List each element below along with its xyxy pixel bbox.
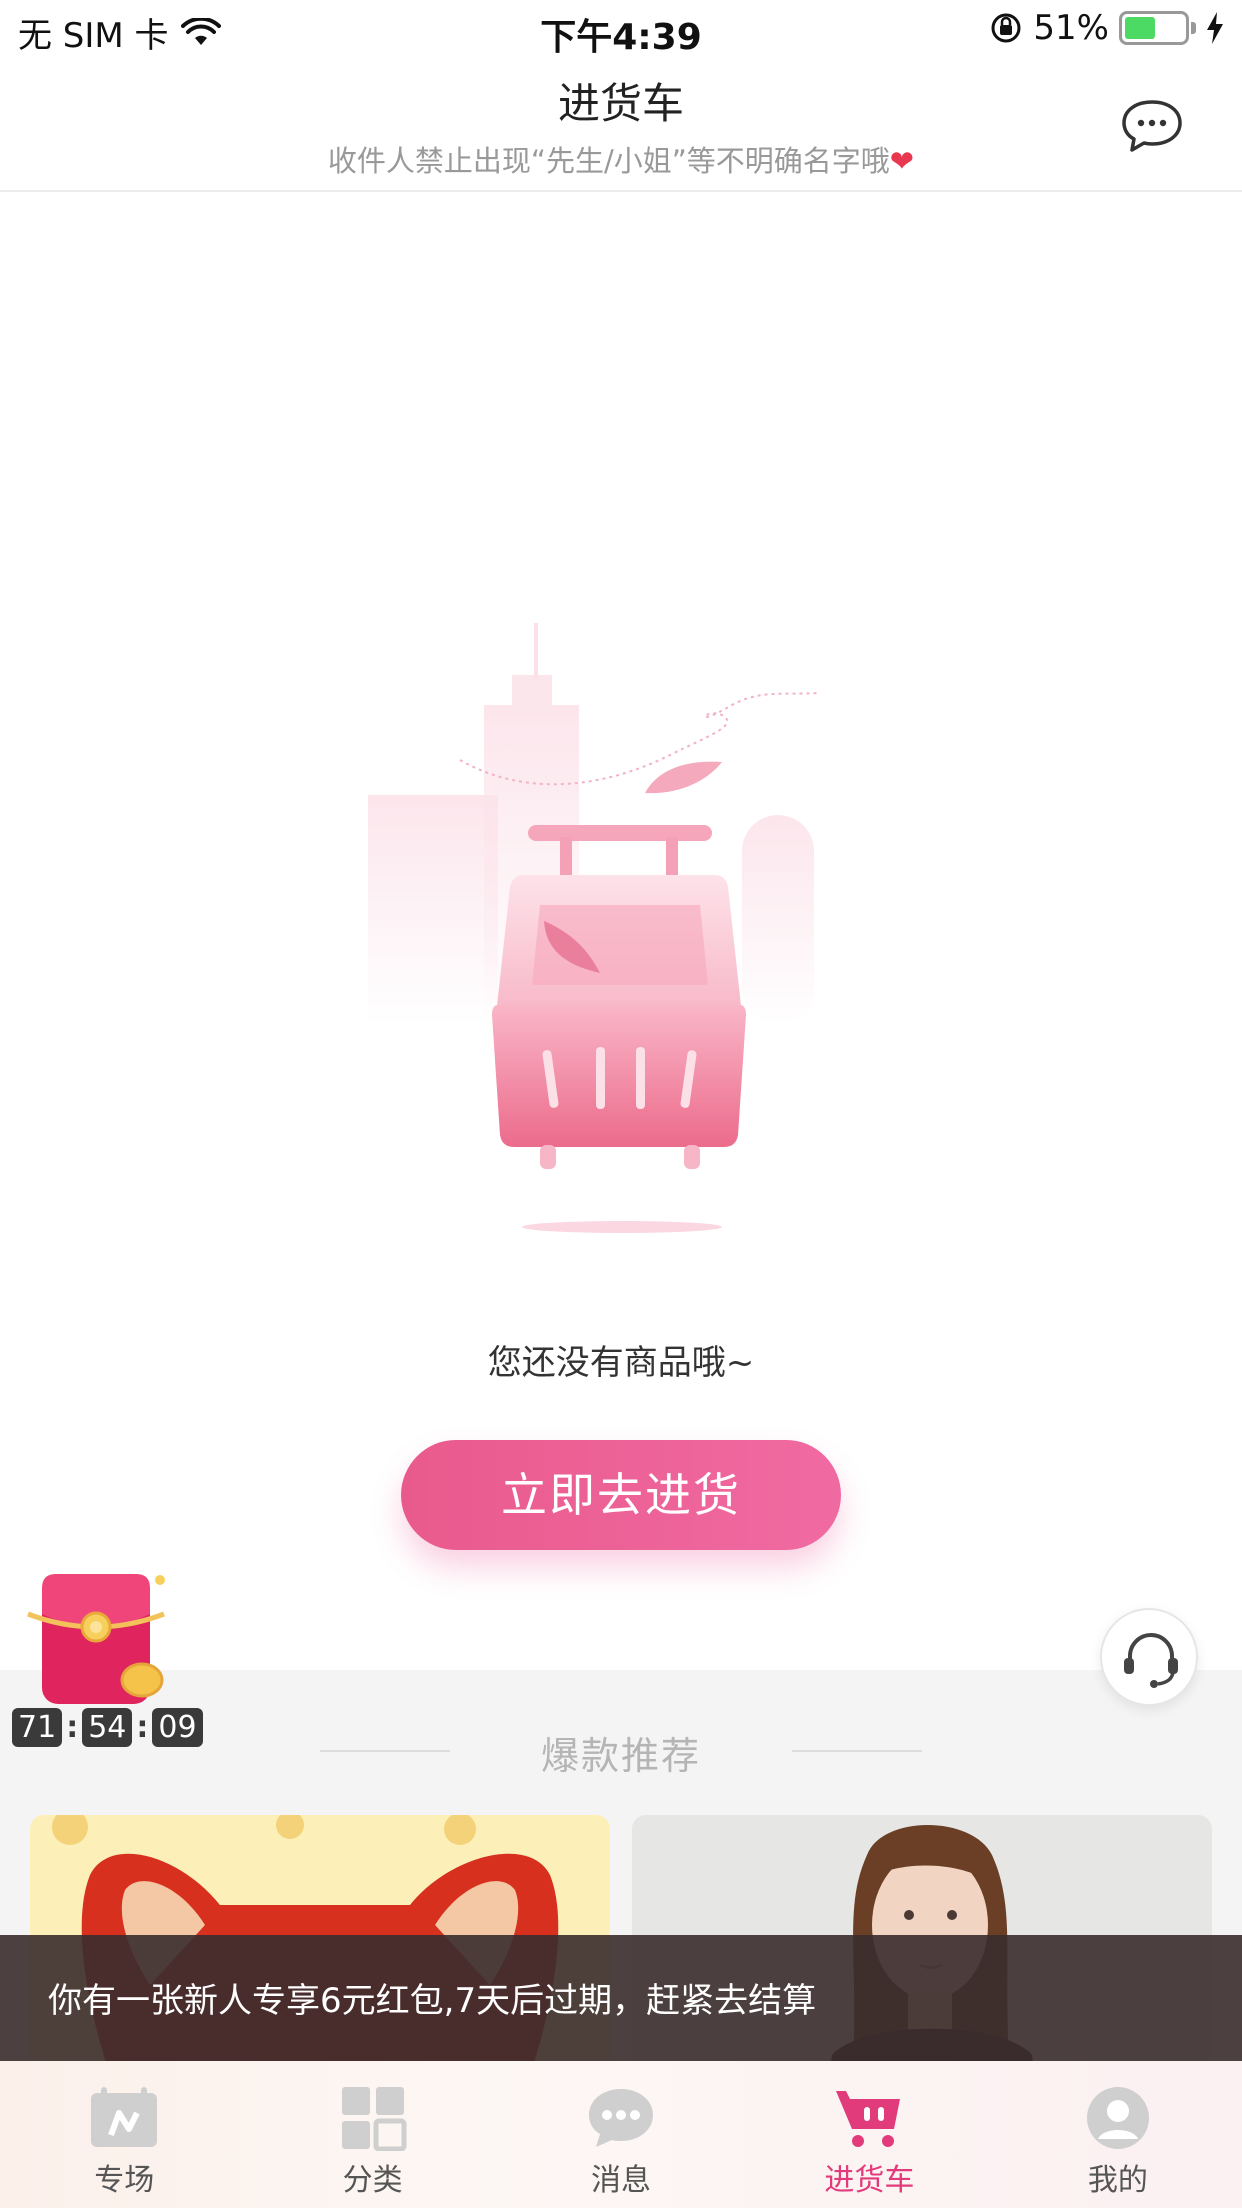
battery-fill <box>1125 17 1155 39</box>
heart-emoji: ❤ <box>889 144 915 178</box>
grid-icon <box>341 2087 407 2151</box>
countdown-separator: : <box>66 1710 79 1745</box>
tab-profile[interactable]: 我的 <box>994 2061 1242 2208</box>
chat-button[interactable] <box>1120 98 1184 154</box>
page-title: 进货车 <box>557 79 684 128</box>
subtitle-text: 收件人禁止出现“先生/小姐”等不明确名字哦 <box>327 144 890 178</box>
tab-category[interactable]: 分类 <box>248 2061 496 2208</box>
tab-special[interactable]: 专场 <box>0 2061 248 2208</box>
nav-bar: 进货车 收件人禁止出现“先生/小姐”等不明确名字哦❤ <box>0 60 1242 192</box>
tab-label: 进货车 <box>824 2163 915 2198</box>
chat-bubble-icon <box>1122 100 1182 152</box>
cart-icon <box>836 2091 901 2147</box>
tab-cart[interactable]: 进货车 <box>745 2061 993 2208</box>
charging-bolt-icon <box>1207 12 1223 44</box>
divider-right <box>792 1750 922 1752</box>
red-packet-icon[interactable] <box>20 1570 170 1710</box>
countdown-timer: 71 : 54 : 09 <box>12 1708 203 1747</box>
countdown-hours: 71 <box>12 1708 63 1747</box>
toast-message: 你有一张新人专享6元红包,7天后过期，赶紧去结算 <box>48 1981 817 2021</box>
status-bar: 无 SIM 卡 下午4:39 51% <box>0 0 1242 60</box>
page-subtitle: 收件人禁止出现“先生/小姐”等不明确名字哦❤ <box>0 138 1242 180</box>
battery-icon <box>1119 11 1189 45</box>
tab-label: 专场 <box>94 2163 155 2198</box>
tab-label: 消息 <box>591 2163 652 2198</box>
battery-percent: 51% <box>1033 8 1109 48</box>
message-icon <box>589 2089 654 2147</box>
tab-label: 我的 <box>1087 2163 1148 2198</box>
countdown-seconds: 09 <box>152 1708 203 1747</box>
headset-icon <box>1124 1633 1178 1688</box>
rotation-lock-icon <box>991 13 1021 43</box>
empty-cart-illustration <box>368 623 821 1233</box>
go-shopping-button[interactable]: 立即去进货 <box>401 1440 841 1550</box>
status-right: 51% <box>989 8 1224 48</box>
calendar-icon <box>91 2087 158 2147</box>
countdown-minutes: 54 <box>82 1708 133 1747</box>
empty-cart-message: 您还没有商品哦~ <box>487 1343 755 1383</box>
customer-service-button[interactable] <box>1100 1608 1198 1706</box>
coupon-toast[interactable]: 你有一张新人专享6元红包,7天后过期，赶紧去结算 <box>0 1935 1242 2061</box>
tab-bar: 专场 分类 消息 进货车 我的 <box>0 2061 1242 2208</box>
battery-tip <box>1191 22 1196 34</box>
tab-messages[interactable]: 消息 <box>497 2061 745 2208</box>
user-icon <box>1086 2087 1149 2149</box>
tab-label: 分类 <box>342 2163 403 2198</box>
countdown-separator: : <box>136 1710 149 1745</box>
